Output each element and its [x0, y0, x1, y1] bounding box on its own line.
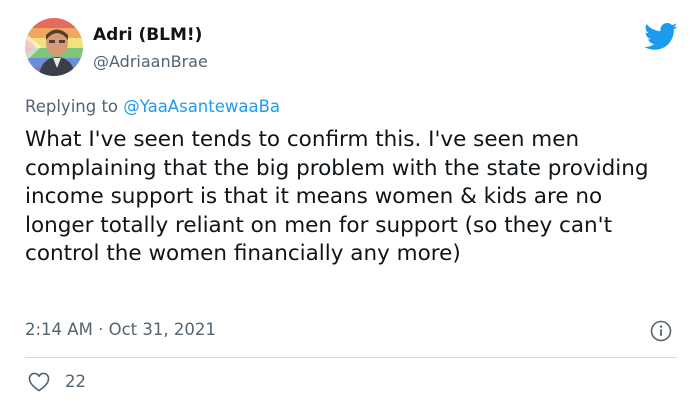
heart-icon[interactable]	[28, 372, 50, 392]
tweet-meta: 2:14 AM · Oct 31, 2021	[25, 319, 216, 341]
author-name[interactable]: Adri (BLM!)	[93, 25, 202, 45]
divider	[25, 357, 677, 358]
twitter-bird-icon[interactable]	[644, 22, 678, 50]
like-count: 22	[65, 372, 86, 391]
replying-to-label: Replying to	[25, 97, 124, 116]
tweet-date[interactable]: Oct 31, 2021	[109, 320, 216, 339]
author-handle[interactable]: @AdriaanBrae	[93, 52, 208, 72]
tweet-time[interactable]: 2:14 AM	[25, 320, 93, 339]
replying-to-line: Replying to @YaaAsantewaaBa	[25, 96, 280, 118]
reply-mention-link[interactable]: @YaaAsantewaaBa	[123, 97, 280, 116]
meta-separator: ·	[92, 320, 109, 339]
info-icon[interactable]	[650, 320, 672, 342]
avatar[interactable]	[25, 18, 83, 76]
avatar-image	[25, 18, 83, 76]
tweet-text: What I've seen tends to confirm this. I'…	[25, 127, 649, 267]
